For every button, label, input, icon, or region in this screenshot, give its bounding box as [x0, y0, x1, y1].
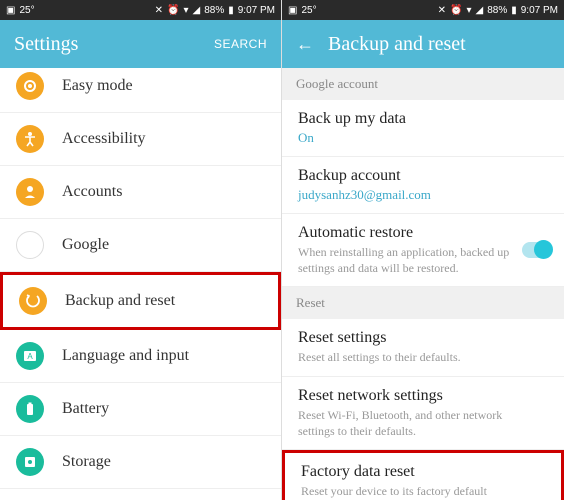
item-sub: Reset your device to its factory default…: [301, 483, 545, 500]
svg-text:A: A: [27, 352, 33, 361]
wifi-icon: ▾: [183, 5, 188, 16]
temp-text: 25°: [301, 5, 316, 16]
item-title: Reset network settings: [298, 387, 548, 405]
section-reset: Reset: [282, 287, 564, 319]
search-button[interactable]: SEARCH: [214, 37, 267, 51]
backup-list: Google account Back up my data On Backup…: [282, 68, 564, 500]
sidebar-item-battery[interactable]: Battery: [0, 383, 281, 436]
item-reset-settings[interactable]: Reset settings Reset all settings to the…: [282, 319, 564, 376]
header-title: Backup and reset: [328, 33, 550, 56]
header-title: Settings: [14, 33, 214, 56]
section-google-account: Google account: [282, 68, 564, 100]
battery-icon: ▮: [228, 5, 234, 16]
status-bar: ▣ 25° ✕ ⏰ ▾ ◢ 88% ▮ 9:07 PM: [0, 0, 281, 20]
battery-text: 88%: [487, 5, 507, 16]
sidebar-item-google[interactable]: G Google: [0, 219, 281, 272]
list-item-label: Google: [62, 236, 109, 254]
sidebar-item-accessibility[interactable]: Accessibility: [0, 113, 281, 166]
battery-icon: [16, 395, 44, 423]
mute-icon: ✕: [155, 5, 163, 16]
accounts-icon: [16, 178, 44, 206]
sidebar-item-accessories[interactable]: Accessories: [0, 489, 281, 500]
language-icon: A: [16, 342, 44, 370]
signal-icon: ◢: [193, 5, 201, 16]
list-item-label: Storage: [62, 453, 111, 471]
temp-text: 25°: [19, 5, 34, 16]
battery-icon: ▮: [511, 5, 517, 16]
item-backup-account[interactable]: Backup account judysanhz30@gmail.com: [282, 157, 564, 214]
item-sub: judysanhz30@gmail.com: [298, 187, 548, 203]
signal-icon: ◢: [476, 5, 484, 16]
item-title: Reset settings: [298, 329, 548, 347]
sidebar-item-language-and-input[interactable]: A Language and input: [0, 330, 281, 383]
sidebar-item-backup-and-reset[interactable]: Backup and reset: [0, 272, 281, 330]
settings-list: Easy mode Accessibility Accounts G Googl…: [0, 68, 281, 500]
item-reset-network-settings[interactable]: Reset network settings Reset Wi-Fi, Blue…: [282, 377, 564, 450]
settings-panel: ▣ 25° ✕ ⏰ ▾ ◢ 88% ▮ 9:07 PM Settings SEA…: [0, 0, 282, 500]
storage-icon: [16, 448, 44, 476]
item-sub: Reset all settings to their defaults.: [298, 349, 548, 365]
item-sub: When reinstalling an application, backed…: [298, 244, 548, 276]
list-item-label: Backup and reset: [65, 292, 175, 310]
wifi-icon: ▾: [466, 5, 471, 16]
item-title: Factory data reset: [301, 463, 545, 481]
back-arrow-icon[interactable]: ←: [296, 34, 314, 55]
battery-text: 88%: [204, 5, 224, 16]
item-back-up-my-data[interactable]: Back up my data On: [282, 100, 564, 157]
backup-header: ← Backup and reset: [282, 20, 564, 68]
easy-mode-icon: [16, 72, 44, 100]
time-text: 9:07 PM: [521, 5, 558, 16]
weather-icon: ▣: [288, 5, 297, 16]
list-item-label: Accessibility: [62, 130, 146, 148]
status-bar: ▣ 25° ✕ ⏰ ▾ ◢ 88% ▮ 9:07 PM: [282, 0, 564, 20]
time-text: 9:07 PM: [238, 5, 275, 16]
item-title: Back up my data: [298, 110, 548, 128]
item-sub: On: [298, 130, 548, 146]
automatic-restore-toggle[interactable]: [522, 242, 552, 258]
list-item-label: Language and input: [62, 347, 189, 365]
alarm-icon: ⏰: [450, 5, 462, 16]
google-icon: G: [16, 231, 44, 259]
accessibility-icon: [16, 125, 44, 153]
list-item-label: Battery: [62, 400, 109, 418]
mute-icon: ✕: [438, 5, 446, 16]
weather-icon: ▣: [6, 5, 15, 16]
item-sub: Reset Wi-Fi, Bluetooth, and other networ…: [298, 407, 548, 439]
item-automatic-restore[interactable]: Automatic restore When reinstalling an a…: [282, 214, 564, 287]
backup-reset-icon: [19, 287, 47, 315]
backup-reset-panel: ▣ 25° ✕ ⏰ ▾ ◢ 88% ▮ 9:07 PM ← Backup and…: [282, 0, 564, 500]
settings-header: Settings SEARCH: [0, 20, 281, 68]
list-item-label: Easy mode: [62, 77, 133, 95]
item-title: Backup account: [298, 167, 548, 185]
sidebar-item-easy-mode[interactable]: Easy mode: [0, 68, 281, 113]
item-factory-data-reset[interactable]: Factory data reset Reset your device to …: [282, 450, 564, 500]
alarm-icon: ⏰: [167, 5, 179, 16]
sidebar-item-storage[interactable]: Storage: [0, 436, 281, 489]
item-title: Automatic restore: [298, 224, 548, 242]
sidebar-item-accounts[interactable]: Accounts: [0, 166, 281, 219]
list-item-label: Accounts: [62, 183, 122, 201]
